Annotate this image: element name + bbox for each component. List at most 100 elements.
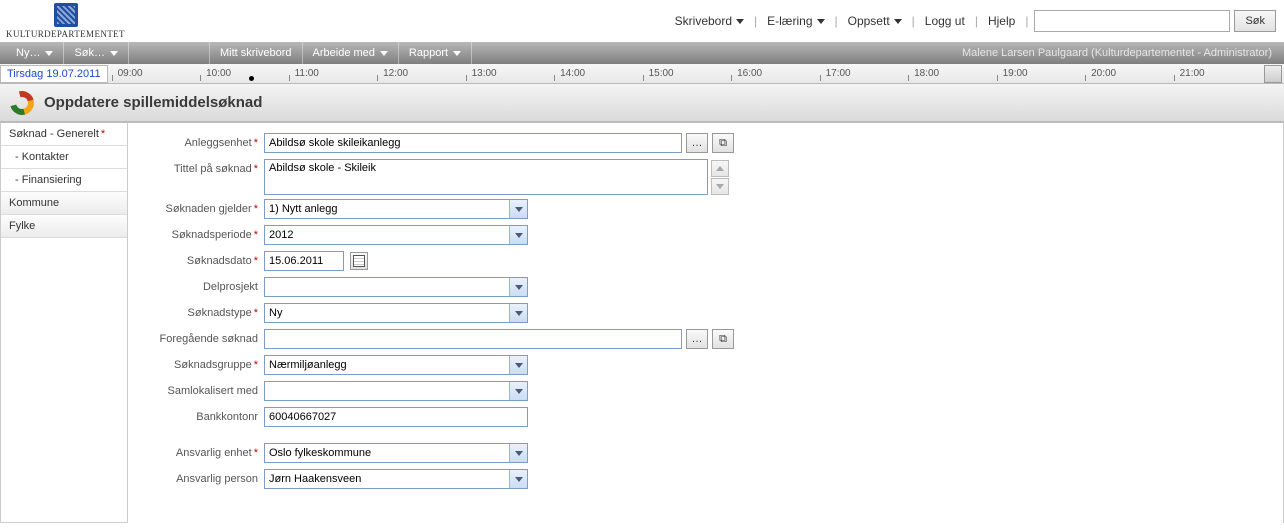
chevron-down-icon [515, 233, 523, 238]
timeline-hour: 11:00 [289, 64, 378, 83]
label-soknaden-gjelder: Søknaden gjelder* [144, 199, 264, 215]
chevron-down-icon [515, 363, 523, 368]
label-soknadsdato: Søknadsdato* [144, 251, 264, 267]
nav-hjelp-label: Hjelp [988, 14, 1015, 28]
nav-elaering[interactable]: E-læring [763, 11, 828, 31]
timeline-hour: 19:00 [997, 64, 1086, 83]
dropdown-button[interactable] [509, 382, 527, 400]
chevron-down-icon [515, 285, 523, 290]
form-area: Anleggsenhet* … ⧉ Tittel på søknad* Søkn… [128, 123, 1284, 523]
chevron-down-icon [817, 19, 825, 24]
textarea-scroll-down[interactable] [711, 178, 729, 195]
chevron-down-icon [45, 51, 53, 56]
chevron-up-icon [716, 166, 724, 171]
timeline-expand-button[interactable] [1264, 65, 1282, 83]
content-area: Søknad - Generelt* - Kontakter - Finansi… [0, 122, 1284, 523]
menu-mitt-skrivebord[interactable]: Mitt skrivebord [209, 42, 303, 64]
chevron-down-icon [716, 184, 724, 189]
soknadsperiode-select[interactable] [264, 225, 528, 245]
hierarchy-icon: ⧉ [719, 333, 727, 346]
calendar-icon[interactable] [350, 252, 368, 270]
chevron-down-icon [894, 19, 902, 24]
module-icon [10, 91, 34, 115]
timeline-ticks: 09:0010:0011:0012:0013:0014:0015:0016:00… [112, 64, 1262, 83]
label-bankkontonr: Bankkontonr [144, 407, 264, 423]
sidebar-item-finansiering[interactable]: - Finansiering [1, 169, 127, 192]
top-bar: KULTURDEPARTEMENTET Skrivebord | E-lærin… [0, 0, 1284, 42]
dropdown-button[interactable] [509, 444, 527, 462]
soknadsgruppe-select[interactable] [264, 355, 528, 375]
dropdown-button[interactable] [509, 356, 527, 374]
chevron-down-icon [515, 389, 523, 394]
dropdown-button[interactable] [509, 226, 527, 244]
soknadstype-select[interactable] [264, 303, 528, 323]
sidebar: Søknad - Generelt* - Kontakter - Finansi… [0, 123, 128, 523]
samlokalisert-select[interactable] [264, 381, 528, 401]
menu-bar: Ny… Søk… Mitt skrivebord Arbeide med Rap… [0, 42, 1284, 64]
chevron-down-icon [453, 51, 461, 56]
nav-elaering-label: E-læring [767, 14, 812, 28]
timeline-hour: 17:00 [820, 64, 909, 83]
nav-skrivebord-label: Skrivebord [675, 14, 732, 28]
current-user: Malene Larsen Paulgaard (Kulturdeparteme… [962, 47, 1278, 59]
menu-rapport[interactable]: Rapport [399, 42, 472, 64]
nav-loggut-label: Logg ut [925, 14, 965, 28]
sidebar-item-soknad-generelt[interactable]: Søknad - Generelt* [1, 123, 127, 146]
soknaden-gjelder-select[interactable] [264, 199, 528, 219]
label-ansvarlig-person: Ansvarlig person [144, 469, 264, 485]
timeline-hour: 09:00 [112, 64, 201, 83]
chevron-down-icon [515, 207, 523, 212]
foregaende-soknad-input[interactable] [264, 329, 682, 349]
search-input[interactable] [1034, 10, 1230, 32]
anleggsenhet-lookup-button[interactable]: … [686, 133, 708, 153]
menu-rapport-label: Rapport [409, 47, 448, 59]
foregaende-lookup-button[interactable]: … [686, 329, 708, 349]
label-foregaende-soknad: Foregående søknad [144, 329, 264, 345]
dropdown-button[interactable] [509, 470, 527, 488]
page-title-bar: Oppdatere spillemiddelsøknad [0, 84, 1284, 122]
label-samlokalisert: Samlokalisert med [144, 381, 264, 397]
anleggsenhet-tree-button[interactable]: ⧉ [712, 133, 734, 153]
required-icon: * [101, 128, 105, 140]
ansvarlig-enhet-select[interactable] [264, 443, 528, 463]
foregaende-tree-button[interactable]: ⧉ [712, 329, 734, 349]
menu-ny-label: Ny… [16, 47, 40, 59]
ansvarlig-person-select[interactable] [264, 469, 528, 489]
bankkontonr-input[interactable] [264, 407, 528, 427]
dropdown-button[interactable] [509, 304, 527, 322]
menu-sok[interactable]: Søk… [64, 42, 129, 64]
timeline: Tirsdag 19.07.2011 09:0010:0011:0012:001… [0, 64, 1284, 84]
timeline-hour: 14:00 [554, 64, 643, 83]
soknadsdato-input[interactable] [264, 251, 344, 271]
timeline-hour: 18:00 [908, 64, 997, 83]
nav-skrivebord[interactable]: Skrivebord [671, 11, 748, 31]
menu-arbeide-med[interactable]: Arbeide med [303, 42, 399, 64]
sidebar-item-fylke[interactable]: Fylke [1, 215, 127, 238]
timeline-date[interactable]: Tirsdag 19.07.2011 [0, 65, 108, 83]
sidebar-item-label: Søknad - Generelt [9, 128, 99, 140]
sidebar-item-kontakter[interactable]: - Kontakter [1, 146, 127, 169]
search-button[interactable]: Søk [1234, 10, 1276, 32]
anleggsenhet-input[interactable] [264, 133, 682, 153]
tittel-textarea[interactable] [264, 159, 708, 195]
nav-loggut[interactable]: Logg ut [921, 11, 969, 31]
dropdown-button[interactable] [509, 278, 527, 296]
chevron-down-icon [110, 51, 118, 56]
menu-mitt-skrivebord-label: Mitt skrivebord [220, 47, 292, 59]
hierarchy-icon: ⧉ [719, 137, 727, 150]
timeline-hour: 21:00 [1174, 64, 1263, 83]
textarea-scroll-up[interactable] [711, 160, 729, 177]
sidebar-item-label: Fylke [9, 220, 35, 232]
nav-oppsett[interactable]: Oppsett [844, 11, 906, 31]
chevron-down-icon [515, 451, 523, 456]
delprosjekt-select[interactable] [264, 277, 528, 297]
timeline-hour: 15:00 [643, 64, 732, 83]
menu-ny[interactable]: Ny… [6, 42, 64, 64]
nav-hjelp[interactable]: Hjelp [984, 11, 1019, 31]
sidebar-item-kommune[interactable]: Kommune [1, 192, 127, 215]
dropdown-button[interactable] [509, 200, 527, 218]
crest-icon [54, 3, 78, 27]
page-title: Oppdatere spillemiddelsøknad [44, 94, 262, 111]
chevron-down-icon [380, 51, 388, 56]
org-name: KULTURDEPARTEMENTET [6, 29, 125, 39]
